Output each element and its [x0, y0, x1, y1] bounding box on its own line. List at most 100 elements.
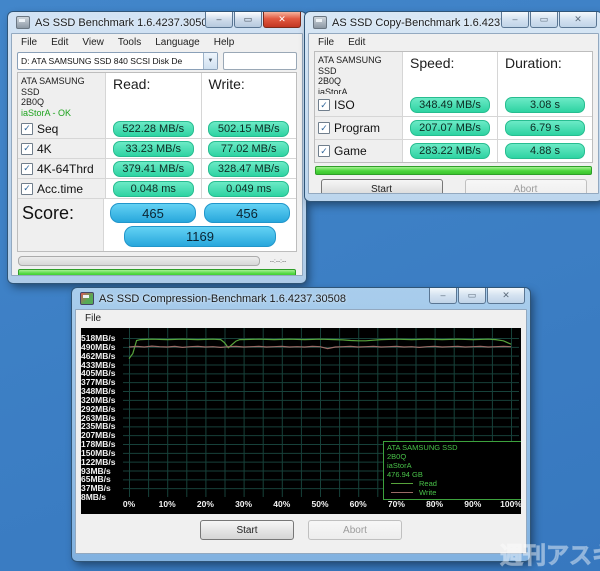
window-title: AS SSD Copy-Benchmark 1.6.4237.30508: [332, 16, 501, 29]
menu-item-file[interactable]: File: [78, 312, 108, 325]
maximize-button[interactable]: ▭: [234, 12, 262, 28]
table-row: ✓ 4K 33.23 MB/s 77.02 MB/s: [18, 138, 296, 158]
abort-button[interactable]: Abort: [464, 179, 587, 193]
close-button[interactable]: ✕: [559, 12, 597, 28]
checkbox-acc.time[interactable]: ✓: [21, 182, 33, 195]
read-value: 522.28 MB/s: [112, 120, 194, 137]
score-row: Score: 465 456 1169: [18, 198, 296, 251]
minimize-button[interactable]: –: [429, 288, 457, 304]
app-icon: [80, 292, 94, 305]
menu-item-help[interactable]: Help: [207, 36, 242, 49]
read-value: 33.23 MB/s: [112, 140, 194, 157]
checkbox-4k-64thrd[interactable]: ✓: [21, 162, 33, 175]
app-icon: [313, 16, 327, 29]
checkbox-program[interactable]: ✓: [318, 122, 330, 134]
green-progress-bar: [315, 166, 592, 175]
compression-titlebar[interactable]: AS SSD Compression-Benchmark 1.6.4237.30…: [75, 288, 527, 309]
x-axis-label: 60%: [349, 499, 367, 509]
check-icon: ✓: [23, 143, 31, 153]
row-label: Acc.time: [37, 181, 84, 196]
menu-item-edit[interactable]: Edit: [44, 36, 75, 49]
x-axis-label: 10%: [158, 499, 176, 509]
device-info-line: ATA SAMSUNG SSD: [21, 76, 85, 97]
maximize-button[interactable]: ▭: [530, 12, 558, 28]
checkbox-iso[interactable]: ✓: [318, 99, 330, 111]
row-label: 4K: [37, 141, 52, 156]
write-value: 77.02 MB/s: [208, 140, 290, 157]
x-axis-label: 80%: [426, 499, 444, 509]
drive-select[interactable]: D: ATA SAMSUNG SSD 840 SCSI Disk De ▼: [17, 52, 218, 70]
write-line-swatch: [391, 492, 413, 493]
table-row: ✓ Seq 522.28 MB/s 502.15 MB/s: [18, 119, 296, 138]
menu-item-view[interactable]: View: [75, 36, 111, 49]
maximize-button[interactable]: ▭: [458, 288, 486, 304]
check-icon: ✓: [320, 122, 328, 133]
score-total-value: 1169: [124, 226, 276, 247]
benchmark-window: AS SSD Benchmark 1.6.4237.30508 – ▭ ✕ Fi…: [8, 12, 306, 283]
start-button[interactable]: Start: [320, 179, 443, 193]
close-button[interactable]: ✕: [487, 288, 525, 304]
minimize-button[interactable]: –: [205, 12, 233, 28]
write-value: 502.15 MB/s: [208, 120, 290, 137]
device-info-line: ATA SAMSUNG SSD: [318, 55, 382, 76]
copy-titlebar[interactable]: AS SSD Copy-Benchmark 1.6.4237.30508 – ▭…: [308, 12, 599, 33]
menu-bar: File: [76, 310, 526, 326]
menu-item-file[interactable]: File: [311, 36, 341, 49]
check-icon: ✓: [23, 183, 31, 193]
close-button[interactable]: ✕: [263, 12, 301, 28]
device-info-line: 2B0Q: [318, 76, 342, 86]
checkbox-seq[interactable]: ✓: [21, 122, 33, 135]
chevron-down-icon: ▼: [203, 53, 217, 69]
legend-device-line: iaStorA: [387, 461, 412, 470]
minimize-button[interactable]: –: [501, 12, 529, 28]
menu-item-edit[interactable]: Edit: [341, 36, 372, 49]
x-axis-label: 100%: [500, 499, 521, 509]
weekly-ascii-watermark: 週刊アスキー: [500, 542, 600, 569]
check-icon: ✓: [23, 163, 31, 173]
x-axis-label: 40%: [273, 499, 291, 509]
checkbox-4k[interactable]: ✓: [21, 142, 33, 155]
empty-input[interactable]: [223, 52, 297, 70]
read-value: 379.41 MB/s: [112, 160, 194, 177]
desktop: AS SSD Benchmark 1.6.4237.30508 – ▭ ✕ Fi…: [0, 0, 600, 571]
app-icon: [16, 16, 30, 29]
window-title: AS SSD Benchmark 1.6.4237.30508: [35, 16, 205, 29]
copy-table: ATA SAMSUNG SSD2B0QiaStorA476.94 GB Spee…: [314, 51, 593, 163]
menu-item-file[interactable]: File: [14, 36, 44, 49]
table-row: ✓ Program 207.07 MB/s 6.79 s: [315, 116, 592, 139]
window-title: AS SSD Compression-Benchmark 1.6.4237.30…: [99, 292, 347, 305]
menu-item-tools[interactable]: Tools: [111, 36, 148, 49]
row-label: Game: [334, 144, 367, 158]
chart-legend: ATA SAMSUNG SSD 2B0Q iaStorA 476.94 GB R…: [383, 441, 521, 500]
green-progress-bar: [18, 269, 296, 275]
device-info-line: iaStorA - OK: [21, 107, 72, 118]
copy-benchmark-window: AS SSD Copy-Benchmark 1.6.4237.30508 – ▭…: [305, 12, 600, 201]
write-value: 0.049 ms: [208, 180, 290, 197]
benchmark-table: ATA SAMSUNG SSD2B0QiaStorA - OK1024 K - …: [17, 72, 297, 252]
x-axis-label: 30%: [235, 499, 253, 509]
legend-device-line: 476.94 GB: [387, 470, 423, 479]
abort-button[interactable]: Abort: [308, 520, 402, 540]
x-axis-label: 70%: [387, 499, 405, 509]
start-button[interactable]: Start: [200, 520, 294, 540]
score-read-value: 465: [110, 203, 196, 223]
eta-text: --:--:--: [269, 257, 287, 265]
table-row: ✓ ISO 348.49 MB/s 3.08 s: [315, 94, 592, 116]
read-column-header: Read:: [106, 73, 202, 119]
table-row: ✓ 4K-64Thrd 379.41 MB/s 328.47 MB/s: [18, 158, 296, 178]
check-icon: ✓: [320, 145, 328, 156]
row-label: Program: [334, 121, 381, 135]
menu-item-language[interactable]: Language: [148, 36, 207, 49]
device-info: ATA SAMSUNG SSD2B0QiaStorA - OK1024 K - …: [18, 73, 106, 139]
speed-value: 283.22 MB/s: [409, 143, 491, 159]
read-line-swatch: [391, 483, 413, 484]
compression-benchmark-window: AS SSD Compression-Benchmark 1.6.4237.30…: [72, 288, 530, 561]
read-value: 0.048 ms: [112, 180, 194, 197]
duration-value: 4.88 s: [504, 143, 586, 159]
device-info-line: 2B0Q: [21, 97, 45, 107]
benchmark-titlebar[interactable]: AS SSD Benchmark 1.6.4237.30508 – ▭ ✕: [11, 12, 303, 33]
duration-value: 3.08 s: [504, 97, 586, 113]
checkbox-game[interactable]: ✓: [318, 145, 330, 157]
duration-value: 6.79 s: [504, 120, 586, 136]
device-info: ATA SAMSUNG SSD2B0QiaStorA476.94 GB: [315, 52, 403, 107]
